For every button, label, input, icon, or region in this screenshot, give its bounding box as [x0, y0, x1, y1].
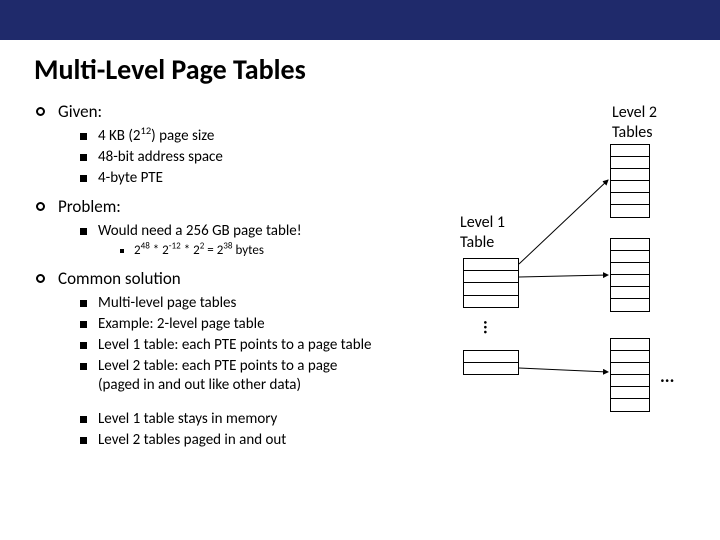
- problem-calc: 248 * 2-12 * 22 = 238 bytes: [120, 243, 464, 260]
- solution-item-e: Level 1 table stays in memory: [80, 410, 464, 429]
- given-heading: Given:: [58, 101, 102, 122]
- given-item-pte: 4-byte PTE: [80, 169, 464, 188]
- section-given: Given: 4 KB (212) page size 48-bit addre…: [36, 101, 464, 188]
- section-problem: Problem: Would need a 256 GB page table!…: [36, 196, 464, 260]
- s: 48: [141, 241, 150, 252]
- text-content: Given: 4 KB (212) page size 48-bit addre…: [34, 101, 464, 450]
- solution-item-a: Multi-level page tables: [80, 294, 464, 313]
- given-item-pagesize: 4 KB (212) page size: [80, 127, 464, 146]
- t: * 2: [181, 243, 200, 258]
- t: 2: [134, 243, 141, 258]
- page-title: Multi-Level Page Tables: [34, 52, 690, 87]
- solution-heading: Common solution: [58, 268, 181, 289]
- t: Level 2 table: each PTE points to a page: [98, 357, 337, 375]
- txt: ) page size: [151, 127, 214, 145]
- solution-item-d: Level 2 table: each PTE points to a page…: [80, 357, 464, 395]
- section-solution: Common solution Multi-level page tables …: [36, 268, 464, 450]
- given-item-addrspace: 48-bit address space: [80, 148, 464, 167]
- header-bar: [0, 0, 720, 40]
- sup: 12: [141, 124, 152, 137]
- connector-lines: [455, 110, 705, 440]
- solution-item-c: Level 1 table: each PTE points to a page…: [80, 336, 464, 355]
- txt: 4 KB (2: [98, 127, 141, 145]
- solution-item-f: Level 2 tables paged in and out: [80, 431, 464, 450]
- problem-item: Would need a 256 GB page table! 248 * 2-…: [80, 222, 464, 260]
- s: 38: [223, 241, 232, 252]
- diagram: Level 2 Tables Level 1 Table ...: [455, 110, 705, 440]
- solution-item-b: Example: 2-level page table: [80, 315, 464, 334]
- t: * 2: [150, 243, 169, 258]
- s: -12: [169, 241, 181, 252]
- t: = 2: [204, 243, 223, 258]
- txt: Would need a 256 GB page table!: [98, 222, 302, 240]
- t: (paged in and out like other data): [98, 376, 301, 394]
- t: bytes: [233, 243, 264, 258]
- problem-heading: Problem:: [58, 196, 121, 217]
- slide-body: Multi-Level Page Tables Given: 4 KB (212…: [0, 40, 720, 540]
